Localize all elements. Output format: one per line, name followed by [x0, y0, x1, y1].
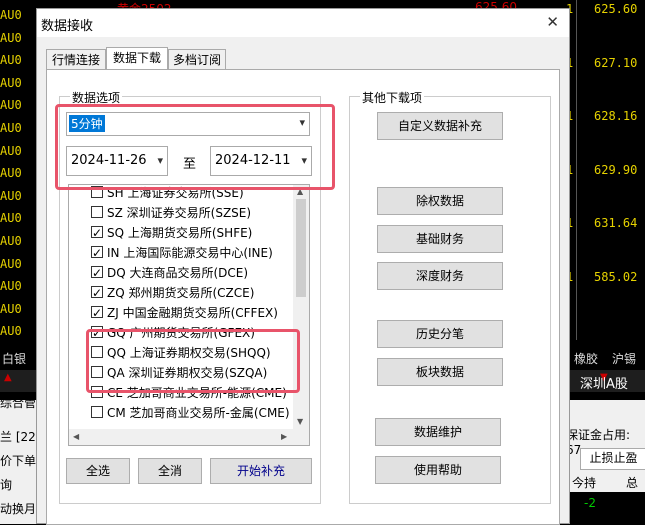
- tab-multi-level-subscribe[interactable]: 多档订阅: [168, 49, 226, 69]
- background-strip-item[interactable]: 橡胶: [574, 350, 598, 367]
- exchange-checkbox[interactable]: [91, 206, 103, 218]
- deep-finance-button[interactable]: 深度财务: [377, 262, 503, 290]
- market-label[interactable]: 深圳A股: [580, 373, 628, 392]
- background-row-label: 白银: [2, 352, 27, 366]
- background-code: AU0: [0, 234, 22, 248]
- historical-ticks-button[interactable]: 历史分笔: [377, 320, 503, 348]
- background-code: AU0: [0, 166, 22, 181]
- scroll-down-icon[interactable]: ▼: [297, 417, 303, 426]
- exchange-list-hscroll[interactable]: ◀ ▶: [69, 429, 309, 445]
- exchange-label: DQ 大连商品交易所(DCE): [107, 266, 249, 280]
- background-row-label: 询: [0, 478, 13, 492]
- exchange-list-vscroll[interactable]: ▲ ▼: [293, 185, 309, 429]
- exchange-label: IN 上海国际能源交易中心(INE): [107, 246, 273, 260]
- tab-quote-connection[interactable]: 行情连接: [46, 49, 106, 69]
- exchange-label: QA 深圳证券期权交易(SZQA): [107, 366, 268, 380]
- ex-rights-data-button[interactable]: 除权数据: [377, 187, 503, 215]
- exchange-label: SH 上海证券交易所(SSE): [107, 186, 244, 200]
- scroll-right-icon[interactable]: ▶: [281, 432, 287, 441]
- start-date-value: 2024-11-26: [71, 153, 147, 168]
- background-price: 631.64: [594, 216, 638, 230]
- exchange-label: SZ 深圳证券交易所(SZSE): [107, 206, 252, 220]
- background-code: AU0: [0, 8, 22, 22]
- column-header: 今持: [572, 476, 597, 490]
- background-price-column: 625.601627.101628.161629.901631.641585.0…: [566, 0, 645, 340]
- exchange-checkbox[interactable]: [91, 243, 103, 263]
- exchange-checkbox[interactable]: [91, 386, 103, 398]
- close-icon[interactable]: ✕: [546, 13, 559, 31]
- exchange-label: GQ 广州期货交易所(GFEX): [107, 326, 255, 340]
- background-code: AU0: [0, 121, 22, 135]
- background-price: 625.60: [594, 2, 638, 16]
- background-code: AU0: [0, 256, 22, 271]
- background-strip-item[interactable]: 沪锡: [612, 350, 636, 367]
- chevron-down-icon[interactable]: ▾: [301, 154, 307, 167]
- exchange-checkbox[interactable]: [91, 186, 103, 198]
- background-code: AU0: [0, 211, 22, 226]
- deselect-all-button[interactable]: 全消: [138, 458, 202, 484]
- exchange-label: CM 芝加哥商业交易所-金属(CME): [107, 406, 290, 420]
- background-row-label: 动换月: [0, 502, 37, 516]
- background-code: AU0: [0, 53, 22, 68]
- position-value: -2: [584, 496, 596, 510]
- background-code: AU0: [0, 98, 22, 113]
- other-downloads-label: 其他下载项: [360, 89, 425, 106]
- background-code: AU0: [0, 143, 22, 158]
- background-row-label: 价下单: [0, 454, 37, 468]
- background-code: AU0: [0, 279, 22, 294]
- exchange-label: QQ 上海证券期权交易(SHQQ): [107, 346, 271, 360]
- dialog-titlebar: 数据接收 ✕: [37, 9, 569, 37]
- background-code: AU0: [0, 30, 22, 45]
- exchange-checkbox[interactable]: [91, 283, 103, 303]
- data-maintenance-button[interactable]: 数据维护: [375, 418, 501, 446]
- period-value: 5分钟: [69, 115, 105, 132]
- exchange-checkbox[interactable]: [91, 323, 103, 343]
- chevron-down-icon[interactable]: ▾: [157, 154, 163, 167]
- arrow-up-icon: ▲: [4, 372, 12, 383]
- start-fill-button[interactable]: 开始补充: [210, 458, 312, 484]
- scroll-up-icon[interactable]: ▲: [297, 187, 303, 196]
- exchange-checkbox[interactable]: [91, 406, 103, 418]
- end-date-value: 2024-12-11: [215, 153, 291, 168]
- exchange-checkbox[interactable]: [91, 263, 103, 283]
- exchange-checkbox[interactable]: [91, 303, 103, 323]
- background-price: 627.10: [594, 55, 638, 70]
- help-button[interactable]: 使用帮助: [375, 456, 501, 484]
- background-code: AU0: [0, 188, 22, 203]
- chevron-down-icon[interactable]: ▾: [299, 116, 305, 129]
- background-code: AU0: [0, 324, 22, 339]
- exchange-checkbox[interactable]: [91, 223, 103, 243]
- exchange-label: SQ 上海期货交易所(SHFE): [107, 226, 253, 240]
- custom-data-fill-button[interactable]: 自定义数据补充: [377, 112, 503, 140]
- dialog-title: 数据接收: [41, 19, 94, 34]
- background-price: 628.16: [594, 109, 638, 123]
- tab-data-download[interactable]: 数据下载: [106, 47, 168, 69]
- background-row-label: 综合管: [0, 396, 37, 410]
- stop-loss-button[interactable]: 止损止盈: [580, 448, 645, 470]
- date-range-separator: 至: [183, 157, 197, 172]
- background-code: AU0: [0, 301, 22, 316]
- exchange-label: ZQ 郑州期货交易所(CZCE): [107, 286, 255, 300]
- start-date-picker[interactable]: 2024-11-26 ▾: [66, 146, 168, 176]
- exchange-checkbox[interactable]: [91, 366, 103, 378]
- end-date-picker[interactable]: 2024-12-11 ▾: [210, 146, 312, 176]
- sector-data-button[interactable]: 板块数据: [377, 358, 503, 386]
- period-select[interactable]: 5分钟 ▾: [66, 112, 310, 136]
- exchange-checkbox[interactable]: [91, 346, 103, 358]
- scroll-thumb[interactable]: [296, 199, 306, 297]
- exchange-label: ZJ 中国金融期货交易所(CFFEX): [107, 306, 278, 320]
- data-options-label: 数据选项: [70, 89, 123, 106]
- background-code: AU0: [0, 75, 22, 90]
- select-all-button[interactable]: 全选: [66, 458, 130, 484]
- scroll-left-icon[interactable]: ◀: [73, 432, 79, 441]
- exchange-label: CE 芝加哥商业交易所-能源(CME): [107, 386, 287, 400]
- basic-finance-button[interactable]: 基础财务: [377, 225, 503, 253]
- background-price: 585.02: [594, 269, 638, 284]
- column-header: 总: [626, 476, 639, 490]
- background-price: 629.90: [594, 162, 638, 177]
- exchange-list[interactable]: SH 上海证券交易所(SSE) SZ 深圳证券交易所(SZSE) SQ 上海期货交易…: [68, 184, 310, 446]
